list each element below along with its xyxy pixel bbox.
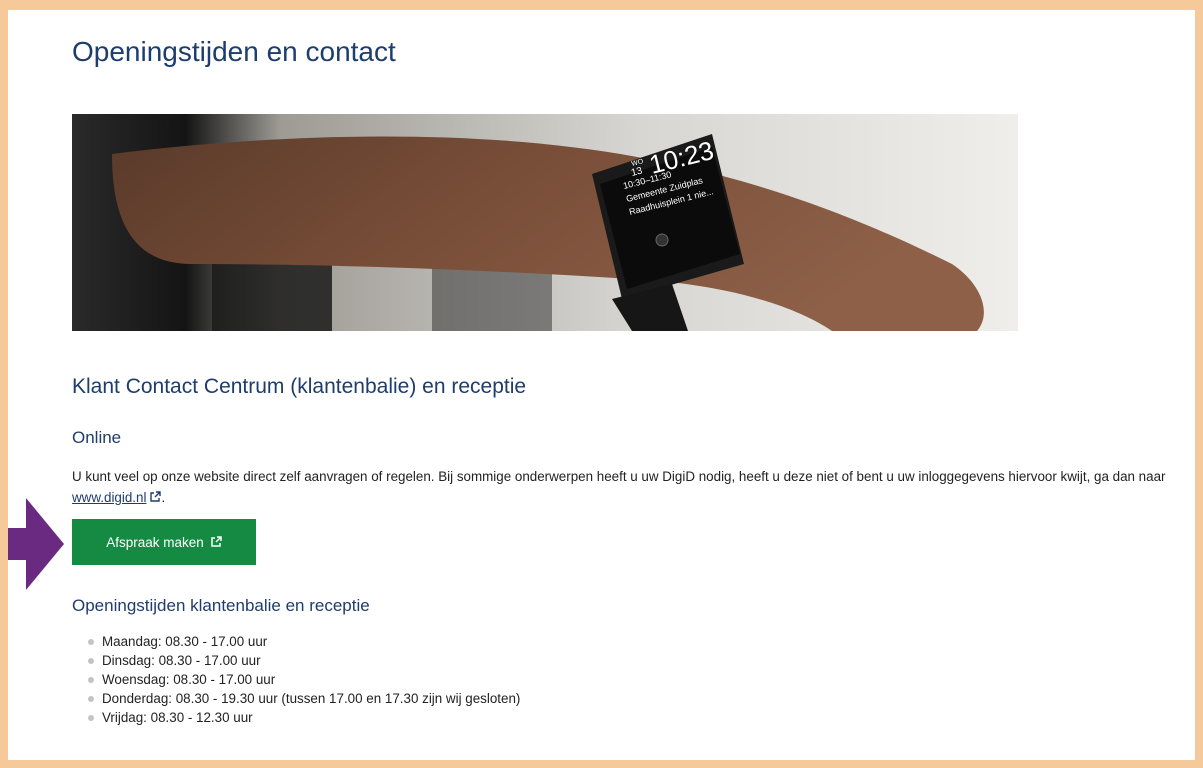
online-title: Online bbox=[72, 428, 122, 447]
hero-watch-illustration: 10:23 10:30–11:30 Gemeente Zuidplas Raad… bbox=[72, 114, 1018, 331]
bullet-icon bbox=[88, 638, 94, 645]
make-appointment-label: Afspraak maken bbox=[106, 534, 204, 550]
opening-hours-wednesday: Woensdag: 08.30 - 17.00 uur bbox=[102, 672, 276, 687]
intro-text-before-link: U kunt veel op onze website direct zelf … bbox=[72, 469, 1166, 484]
opening-hours-tuesday: Dinsdag: 08.30 - 17.00 uur bbox=[102, 653, 261, 668]
online-intro-text: U kunt veel op onze website direct zelf … bbox=[72, 466, 1177, 508]
bullet-icon bbox=[88, 695, 94, 702]
opening-hours-monday: Maandag: 08.30 - 17.00 uur bbox=[102, 634, 268, 649]
opening-hours-item: Donderdag: 08.30 - 19.30 uur (tussen 17.… bbox=[72, 689, 520, 708]
opening-hours-friday: Vrijdag: 08.30 - 12.30 uur bbox=[102, 710, 253, 725]
digid-link-label: www.digid.nl bbox=[72, 490, 147, 505]
hero-image: 10:23 10:30–11:30 Gemeente Zuidplas Raad… bbox=[72, 114, 1018, 331]
bullet-icon bbox=[88, 714, 94, 721]
opening-hours-item: Vrijdag: 08.30 - 12.30 uur bbox=[72, 708, 520, 727]
external-link-icon bbox=[150, 491, 162, 502]
opening-hours-item: Woensdag: 08.30 - 17.00 uur bbox=[72, 670, 520, 689]
page-title: Openingstijden en contact bbox=[72, 36, 396, 67]
opening-hours-thursday: Donderdag: 08.30 - 19.30 uur (tussen 17.… bbox=[102, 691, 521, 706]
opening-hours-item: Maandag: 08.30 - 17.00 uur bbox=[72, 632, 520, 651]
opening-hours-list: Maandag: 08.30 - 17.00 uur Dinsdag: 08.3… bbox=[72, 632, 520, 727]
opening-hours-item: Dinsdag: 08.30 - 17.00 uur bbox=[72, 651, 520, 670]
intro-text-after-link: . bbox=[161, 490, 166, 505]
opening-hours-title: Openingstijden klantenbalie en receptie bbox=[72, 596, 370, 615]
page-frame: Openingstijden en contact 10:23 10:30–11… bbox=[8, 10, 1195, 760]
arrow-pointer-icon bbox=[8, 498, 64, 590]
section-title: Klant Contact Centrum (klantenbalie) en … bbox=[72, 375, 527, 398]
make-appointment-button[interactable]: Afspraak maken bbox=[72, 519, 256, 565]
digid-link[interactable]: www.digid.nl bbox=[72, 490, 146, 505]
bullet-icon bbox=[88, 676, 94, 683]
bullet-icon bbox=[88, 657, 94, 664]
external-link-icon bbox=[211, 536, 222, 547]
